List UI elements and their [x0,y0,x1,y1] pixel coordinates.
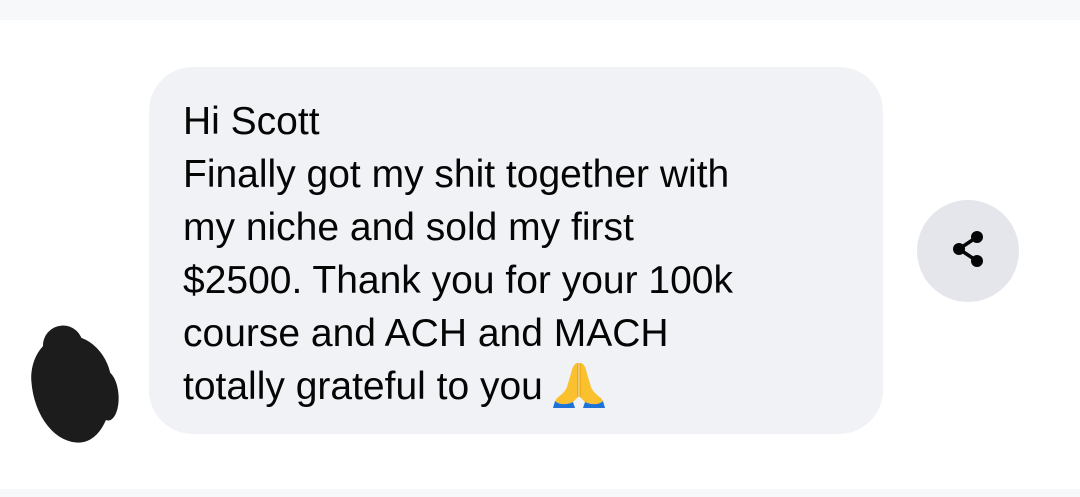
share-button[interactable] [917,200,1019,302]
message-line-last: totally grateful to you [183,360,863,413]
share-icon [946,227,990,276]
sender-avatar-redacted[interactable] [28,332,116,446]
message-line-greeting: Hi Scott [183,100,320,143]
message-line: $2500. Thank you for your 100k [183,259,733,302]
top-divider-strip [0,0,1080,20]
message-line: course and ACH and MACH [183,312,669,355]
bottom-divider-strip [0,489,1080,497]
message-line: Finally got my shit together with [183,153,730,196]
folded-hands-emoji [552,361,605,409]
message-line: my niche and sold my first [183,206,634,249]
message-bubble[interactable]: Hi Scott Finally got my shit together wi… [149,67,883,434]
message-line-last-text: totally grateful to you [183,365,543,408]
